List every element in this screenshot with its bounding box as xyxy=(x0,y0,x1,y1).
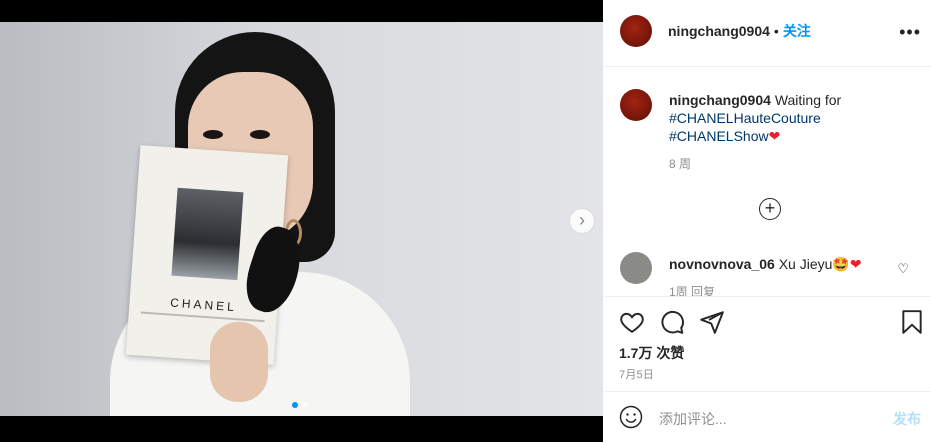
comment-meta[interactable]: 1周 回复 xyxy=(669,283,715,296)
post-header: ningchang0904 • 关注 ••• xyxy=(603,0,931,67)
hashtag-link[interactable]: #CHANELHauteCouture xyxy=(669,110,821,126)
carousel-dot-active xyxy=(292,402,298,408)
separator-bullet: • xyxy=(773,23,779,39)
caption-avatar[interactable] xyxy=(620,89,652,121)
more-horizontal-icon[interactable]: ••• xyxy=(899,22,921,43)
comment-like-heart-icon[interactable]: ♡ xyxy=(897,261,909,277)
comment-bubble-icon[interactable] xyxy=(659,309,685,335)
hashtag-link[interactable]: #CHANELShow xyxy=(669,128,769,144)
author-username[interactable]: ningchang0904 xyxy=(668,23,770,39)
comments-section: ningchang0904 Waiting for #CHANELHauteCo… xyxy=(603,67,931,296)
caption: ningchang0904 Waiting for #CHANELHauteCo… xyxy=(669,91,919,173)
comment-input[interactable]: 添加评论... xyxy=(659,409,727,429)
post-header-line: ningchang0904 • 关注 xyxy=(668,21,811,41)
follow-button[interactable]: 关注 xyxy=(783,23,811,39)
post-side-panel: ningchang0904 • 关注 ••• ningchang0904 Waiti… xyxy=(603,0,931,442)
like-heart-icon[interactable] xyxy=(619,309,645,335)
heart-emoji: ❤ xyxy=(849,256,862,272)
caption-text: Waiting for xyxy=(774,92,842,108)
booklet-image xyxy=(171,187,244,281)
emoji-smiley-icon[interactable] xyxy=(619,405,643,429)
photo-eye-left xyxy=(203,130,223,139)
comment-text: Xu Jieyu xyxy=(778,256,833,272)
likes-count[interactable]: 1.7万 次赞 xyxy=(619,343,684,363)
post-comment-button[interactable]: 发布 xyxy=(893,409,921,429)
carousel-dots xyxy=(292,395,312,413)
comment-username[interactable]: novnovnova_06 xyxy=(669,256,775,272)
save-bookmark-icon[interactable] xyxy=(899,309,925,335)
author-avatar[interactable] xyxy=(620,15,652,47)
post-date[interactable]: 7月5日 xyxy=(619,366,654,382)
comment: novnovnova_06 Xu Jieyu🤩❤ xyxy=(669,255,899,273)
post-media: CHANEL › xyxy=(0,0,603,442)
photo-hand xyxy=(210,322,268,402)
share-send-icon[interactable] xyxy=(699,309,725,335)
photo-eye-right xyxy=(250,130,270,139)
caption-time[interactable]: 8 周 xyxy=(669,155,919,173)
heart-emoji: ❤ xyxy=(768,128,781,144)
commenter-avatar[interactable] xyxy=(620,252,652,284)
caption-username[interactable]: ningchang0904 xyxy=(669,92,771,108)
carousel-next-button[interactable]: › xyxy=(569,208,595,234)
comment-composer: 添加评论... 发布 xyxy=(603,391,931,443)
load-more-comments-icon[interactable]: + xyxy=(759,198,781,220)
post-photo[interactable]: CHANEL xyxy=(0,22,603,416)
carousel-dot xyxy=(302,402,308,408)
post-actions: 1.7万 次赞 7月5日 xyxy=(603,296,931,392)
star-struck-emoji: 🤩 xyxy=(832,256,850,272)
